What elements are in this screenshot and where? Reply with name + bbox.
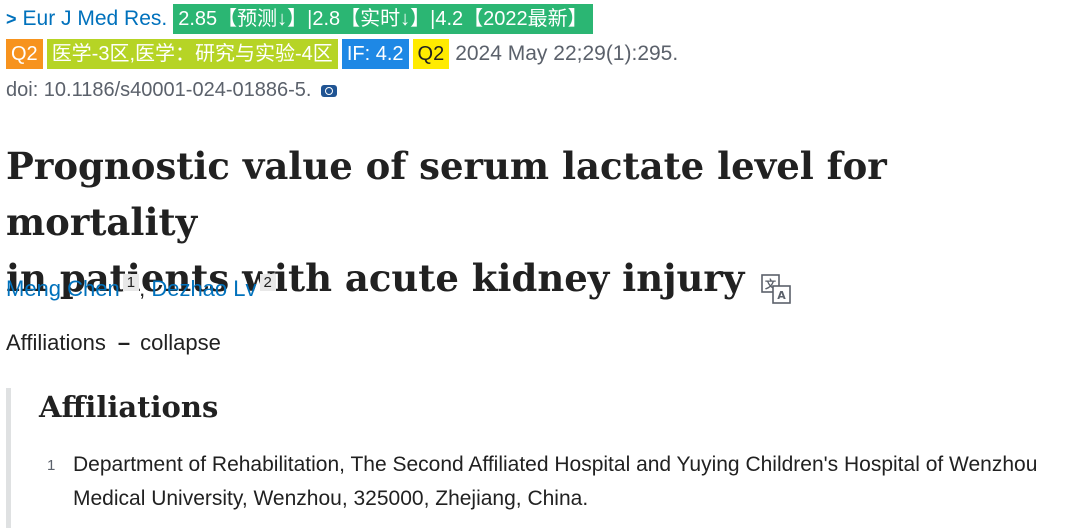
translate-icon[interactable]: 文 A — [761, 263, 792, 304]
article-title-line1: Prognostic value of serum lactate level … — [6, 144, 887, 244]
author-link[interactable]: Meng Chen — [6, 276, 120, 301]
affiliation-text: Department of Rehabilitation, The Second… — [73, 453, 1038, 510]
affiliation-ref[interactable]: 2 — [259, 274, 276, 291]
doi-row: doi: 10.1186/s40001-024-01886-5. — [6, 76, 338, 104]
category-badge[interactable]: 医学-3区,医学：研究与实验-4区 — [46, 39, 338, 69]
quartile-badge[interactable]: Q2 — [6, 39, 43, 69]
affiliation-ref[interactable]: 1 — [122, 274, 140, 291]
journal-link[interactable]: > Eur J Med Res. — [6, 7, 167, 31]
affiliations-toggle-label: Affiliations — [6, 330, 106, 355]
journal-row: > Eur J Med Res. 2.85【预测↓】|2.8【实时↓】|4.2【… — [6, 4, 597, 34]
camera-icon[interactable] — [321, 85, 338, 97]
affiliations-heading: Affiliations — [39, 390, 219, 424]
quartile-badge-secondary[interactable]: Q2 — [412, 39, 450, 69]
journal-name: Eur J Med Res. — [22, 7, 168, 30]
doi-text[interactable]: doi: 10.1186/s40001-024-01886-5. — [6, 79, 311, 102]
affiliation-item: 1 Department of Rehabilitation, The Seco… — [47, 448, 1077, 516]
author-separator: , — [139, 276, 152, 301]
affiliations-toggle[interactable]: Affiliations – collapse — [6, 330, 221, 356]
metrics-badge[interactable]: 2.85【预测↓】|2.8【实时↓】|4.2【2022最新】 — [173, 4, 593, 34]
collapse-link[interactable]: collapse — [140, 330, 221, 355]
citation-text: 2024 May 22;29(1):295. — [455, 42, 679, 65]
collapse-dash-icon: – — [117, 330, 131, 355]
impact-factor-badge[interactable]: IF: 4.2 — [341, 39, 409, 69]
affiliations-panel: Affiliations 1 Department of Rehabilitat… — [6, 388, 1080, 528]
author-link[interactable]: Dezhao Lv — [151, 276, 256, 301]
chevron-right-icon: > — [6, 8, 17, 29]
affiliation-number: 1 — [47, 457, 56, 474]
badge-row: Q2 医学-3区,医学：研究与实验-4区 IF: 4.2 Q2 2024 May… — [6, 38, 678, 70]
svg-text:A: A — [778, 289, 787, 302]
author-list: Meng Chen 1, Dezhao Lv 2 — [6, 274, 276, 302]
